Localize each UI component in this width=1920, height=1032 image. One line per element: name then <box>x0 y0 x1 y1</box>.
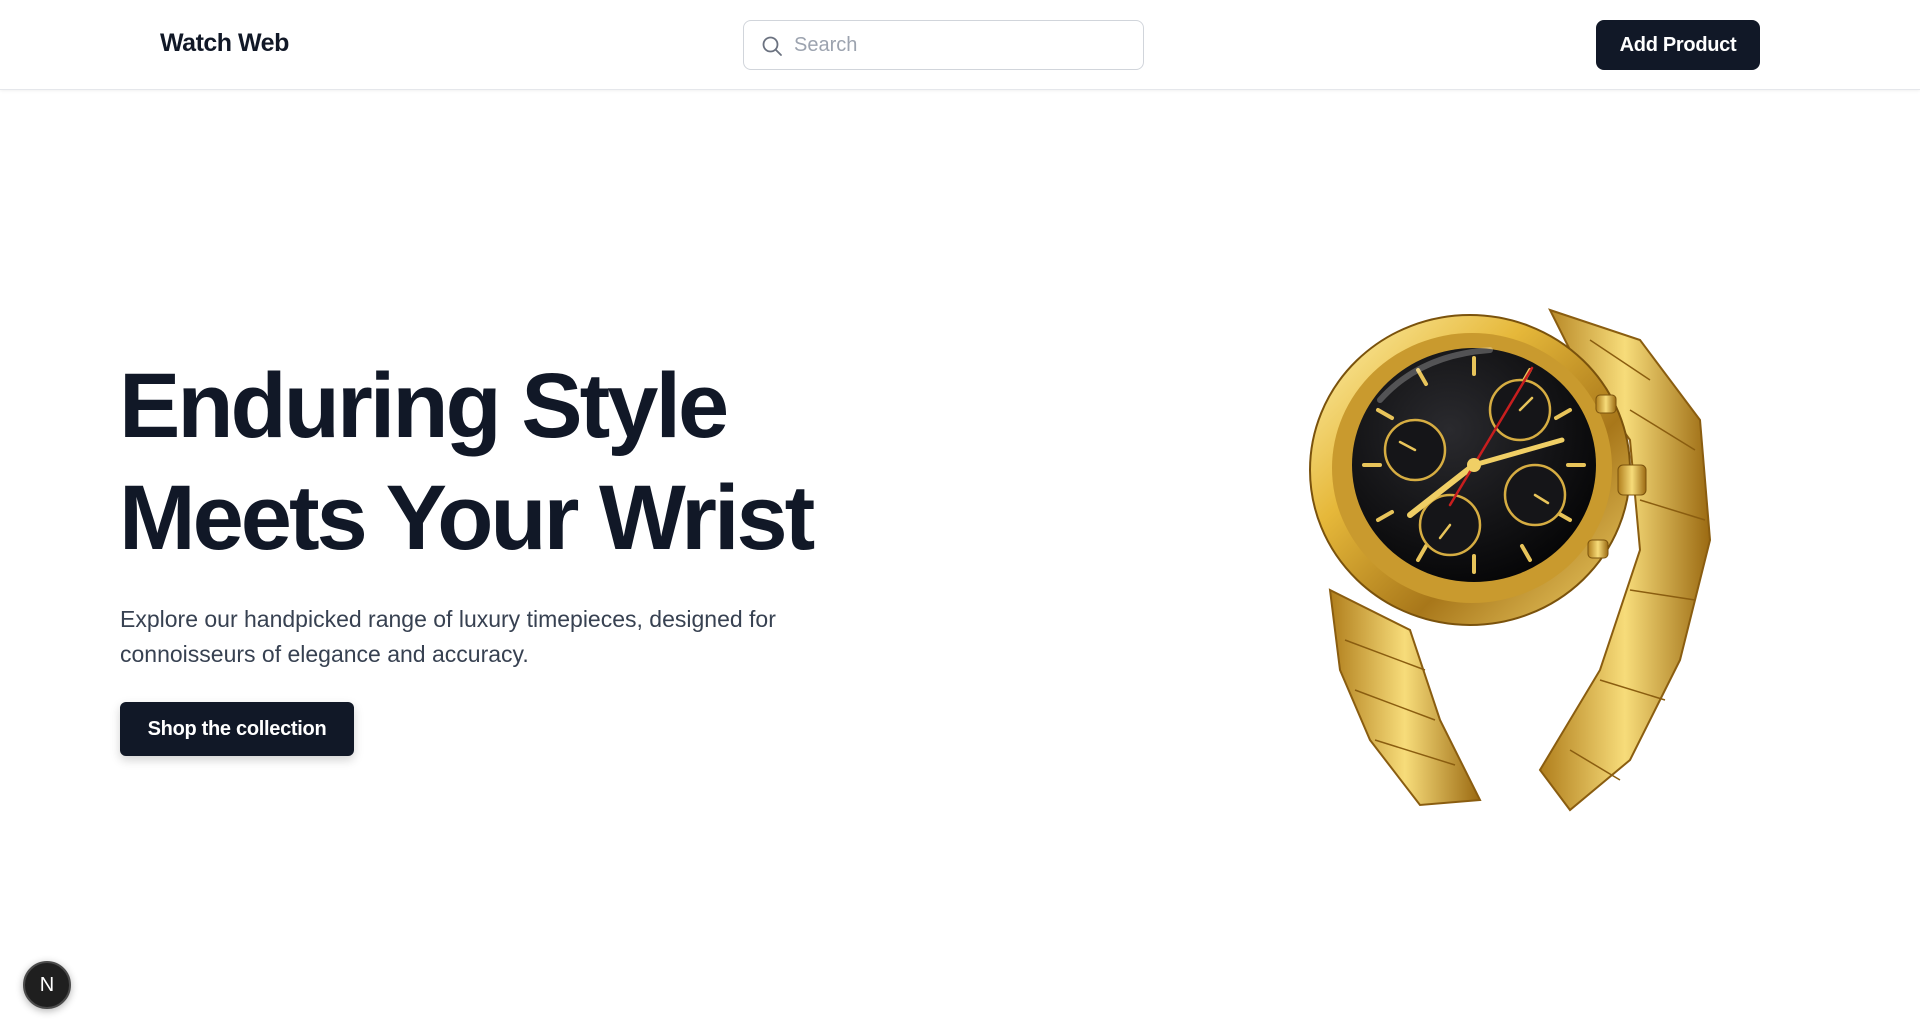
hero-title-line-1: Enduring Style <box>119 355 729 457</box>
dev-tools-badge[interactable]: N <box>23 961 71 1009</box>
dev-tools-letter: N <box>39 973 55 996</box>
search-icon <box>762 36 782 56</box>
hero-description: Explore our handpicked range of luxury t… <box>120 606 776 667</box>
search-box[interactable] <box>743 20 1144 70</box>
hero-title: Enduring Style Meets Your Wrist <box>119 350 879 574</box>
top-navbar: Watch Web Add Product <box>0 0 1920 90</box>
brand-logo[interactable]: Watch Web <box>160 29 289 58</box>
shop-collection-button[interactable]: Shop the collection <box>120 702 354 756</box>
add-product-button[interactable]: Add Product <box>1596 20 1760 70</box>
hero-title-line-2: Meets Your Wrist <box>119 467 815 569</box>
gold-watch-image <box>1309 308 1712 812</box>
search-input[interactable] <box>794 21 1134 69</box>
